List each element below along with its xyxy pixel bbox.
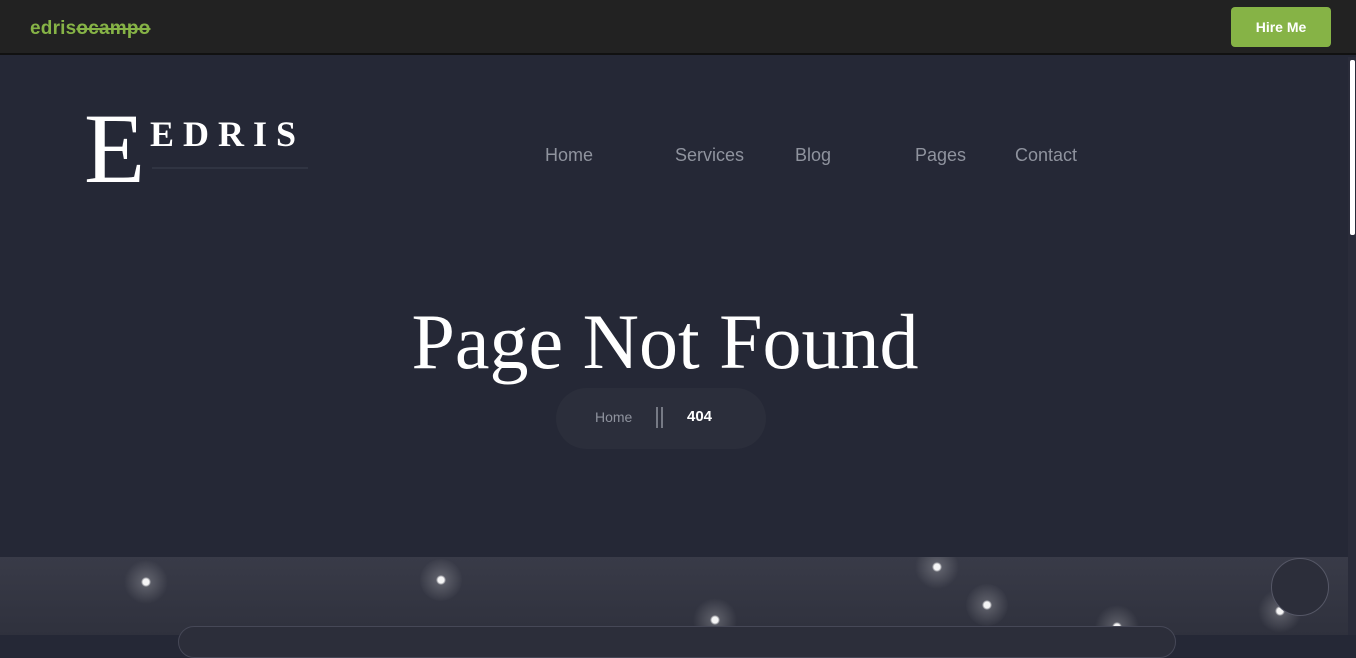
nav-item-pages[interactable]: Pages <box>915 145 966 166</box>
sparkle-decoration <box>420 559 462 601</box>
brand-name-first: edris <box>30 18 77 39</box>
breadcrumb: Home 404 <box>556 388 766 449</box>
hire-me-button[interactable]: Hire Me <box>1231 7 1331 47</box>
sparkle-decoration <box>122 558 170 606</box>
footer-sparkle-band <box>0 557 1348 635</box>
footer-card <box>178 626 1176 658</box>
brand-name-second: ocampo <box>76 18 151 39</box>
sparkle-decoration <box>914 557 960 590</box>
breadcrumb-separator-icon <box>656 407 663 428</box>
breadcrumb-current: 404 <box>687 408 713 425</box>
scroll-to-top-button[interactable] <box>1271 558 1329 616</box>
page-title: Page Not Found <box>411 298 919 385</box>
logo-text: EDRIS <box>150 114 305 154</box>
top-bar: edrisocampo Hire Me <box>0 0 1356 55</box>
breadcrumb-home-link[interactable]: Home <box>595 409 632 425</box>
nav-item-contact[interactable]: Contact <box>1015 145 1077 166</box>
nav-item-blog[interactable]: Blog <box>795 145 831 166</box>
nav-item-home[interactable]: Home <box>545 145 593 166</box>
site-logo[interactable]: E EDRIS <box>82 93 312 204</box>
scrollbar-thumb[interactable] <box>1350 60 1355 235</box>
logo-letter: E <box>84 104 145 186</box>
sparkle-decoration <box>966 584 1008 626</box>
brand-wordmark[interactable]: edrisocampo <box>30 18 150 40</box>
edris-logo-icon: E EDRIS <box>84 93 308 204</box>
nav-item-services[interactable]: Services <box>675 145 744 166</box>
